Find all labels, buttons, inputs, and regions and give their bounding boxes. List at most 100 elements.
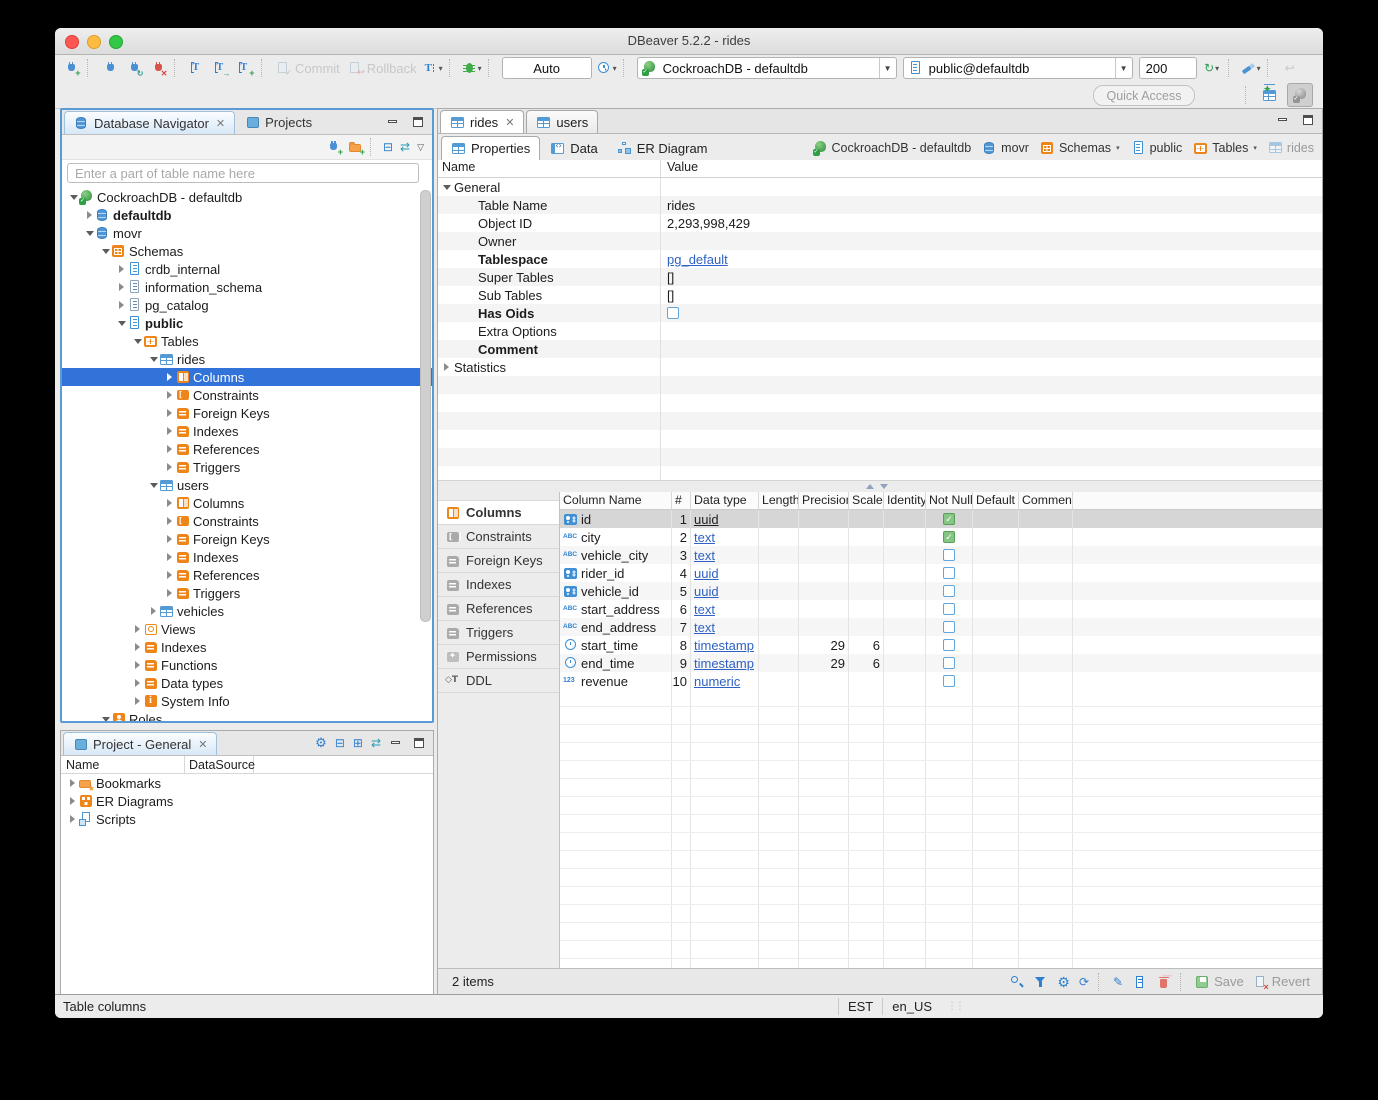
navigator-scrollbar[interactable]: [420, 190, 431, 622]
zoom-window-button[interactable]: [109, 35, 123, 49]
new-connection-button[interactable]: +: [59, 57, 83, 79]
close-tab-icon[interactable]: ✕: [198, 738, 207, 751]
data-type-link[interactable]: uuid: [694, 566, 719, 581]
tab-users[interactable]: users: [526, 110, 598, 133]
property-row-extra-options[interactable]: Extra Options: [438, 322, 1322, 340]
property-value[interactable]: rides: [661, 198, 695, 213]
expand-arrow-icon[interactable]: [132, 620, 143, 638]
link-with-editor-icon[interactable]: ⇄: [371, 736, 381, 750]
splitter-up-icon[interactable]: [866, 484, 874, 489]
table-row-start_address[interactable]: start_address6text: [560, 600, 1322, 618]
object-tab-foreign-keys[interactable]: Foreign Keys: [438, 549, 559, 573]
property-row-comment[interactable]: Comment: [438, 340, 1322, 358]
tab-data[interactable]: Data: [541, 136, 606, 160]
expand-arrow-icon[interactable]: [164, 404, 175, 422]
table-filter-input[interactable]: [67, 163, 419, 183]
tree-item-public[interactable]: public: [62, 314, 432, 332]
breadcrumb-item-rides[interactable]: rides: [1268, 141, 1314, 155]
tablespace-link[interactable]: pg_default: [667, 252, 728, 267]
table-row-end_time[interactable]: end_time9timestamp296: [560, 654, 1322, 672]
expand-arrow-icon[interactable]: [164, 548, 175, 566]
project-item-bookmarks[interactable]: Bookmarks: [61, 774, 433, 792]
rollback-button[interactable]: Rollback: [344, 57, 421, 79]
tree-item-tables[interactable]: Tables: [62, 332, 432, 350]
tree-item-references[interactable]: References: [62, 440, 432, 458]
checkbox-unchecked-icon[interactable]: [943, 585, 955, 597]
collapse-all-icon[interactable]: ⊟: [335, 736, 345, 750]
property-value[interactable]: pg_default: [661, 252, 728, 267]
breadcrumb-item-schemas[interactable]: Schemas▾: [1040, 141, 1120, 155]
column-header-length[interactable]: Length: [759, 492, 799, 509]
minimize-editor-icon[interactable]: [1276, 113, 1291, 127]
tree-item-vehicles[interactable]: vehicles: [62, 602, 432, 620]
tree-item-references[interactable]: References: [62, 566, 432, 584]
tree-item-information-schema[interactable]: information_schema: [62, 278, 432, 296]
table-row-vehicle_id[interactable]: vehicle_id5uuid: [560, 582, 1322, 600]
schema-combo[interactable]: public@defaultdb ▼: [903, 57, 1133, 79]
table-row-id[interactable]: id1uuid✓: [560, 510, 1322, 528]
table-row-revenue[interactable]: revenue10numeric: [560, 672, 1322, 690]
expand-arrow-icon[interactable]: [132, 656, 143, 674]
property-row-super-tables[interactable]: Super Tables[]: [438, 268, 1322, 286]
checkbox-unchecked-icon[interactable]: [943, 603, 955, 615]
expand-arrow-icon[interactable]: [116, 278, 127, 296]
transaction-mode-button[interactable]: ▾: [421, 57, 445, 79]
object-tab-permissions[interactable]: Permissions: [438, 645, 559, 669]
edit-pencil-icon[interactable]: ✎: [1113, 975, 1123, 989]
checkbox-unchecked-icon[interactable]: [943, 639, 955, 651]
tree-item-columns[interactable]: Columns: [62, 368, 432, 386]
expand-arrow-icon[interactable]: [164, 440, 175, 458]
configure-icon[interactable]: ⚙: [315, 736, 327, 750]
tree-item-functions[interactable]: Functions: [62, 656, 432, 674]
property-value[interactable]: []: [661, 288, 674, 303]
dbeaver-perspective-button[interactable]: [1287, 83, 1313, 107]
tree-item-columns[interactable]: Columns: [62, 494, 432, 512]
breadcrumb-item-cockroachdb-defaultdb[interactable]: CockroachDB - defaultdb: [813, 141, 972, 155]
new-sql-script-button[interactable]: +: [233, 57, 257, 79]
object-tab-ddl[interactable]: DDL: [438, 669, 559, 693]
tree-item-constraints[interactable]: Constraints: [62, 386, 432, 404]
refresh-icon[interactable]: ⟳: [1079, 975, 1089, 989]
expand-arrow-icon[interactable]: [164, 422, 175, 440]
minimize-view-icon[interactable]: [389, 736, 404, 750]
expand-arrow-icon[interactable]: [132, 692, 143, 710]
column-header-not-null[interactable]: Not Null: [926, 492, 973, 509]
tree-item-rides[interactable]: rides: [62, 350, 432, 368]
breadcrumb-item-movr[interactable]: movr: [982, 141, 1029, 155]
debug-button[interactable]: ▾: [460, 57, 484, 79]
fetch-size-input[interactable]: 200: [1139, 57, 1197, 79]
expand-arrow-icon[interactable]: [164, 386, 175, 404]
expand-arrow-icon[interactable]: [148, 602, 159, 620]
splitter-down-icon[interactable]: [880, 484, 888, 489]
sql-editor-button[interactable]: [185, 57, 209, 79]
tree-item-crdb-internal[interactable]: crdb_internal: [62, 260, 432, 278]
tree-item-defaultdb[interactable]: defaultdb: [62, 206, 432, 224]
property-row-owner[interactable]: Owner: [438, 232, 1322, 250]
property-row-table-name[interactable]: Table Namerides: [438, 196, 1322, 214]
maximize-view-icon[interactable]: [411, 115, 426, 129]
checkbox-unchecked-icon[interactable]: [667, 307, 679, 319]
tree-item-roles[interactable]: Roles: [62, 710, 432, 721]
tab-database-navigator[interactable]: Database Navigator ✕: [64, 111, 235, 134]
tab-project-general[interactable]: Project - General ✕: [63, 732, 217, 755]
checkbox-unchecked-icon[interactable]: [943, 657, 955, 669]
transaction-log-button[interactable]: ▾: [595, 57, 619, 79]
expand-arrow-icon[interactable]: [116, 260, 127, 278]
checkbox-unchecked-icon[interactable]: [943, 549, 955, 561]
commit-mode-combo[interactable]: Auto: [502, 57, 592, 79]
collapse-arrow-icon[interactable]: [116, 314, 127, 332]
data-type-link[interactable]: timestamp: [694, 638, 754, 653]
expand-arrow-icon[interactable]: [164, 368, 175, 386]
expand-arrow-icon[interactable]: [164, 458, 175, 476]
table-row-rider_id[interactable]: rider_id4uuid: [560, 564, 1322, 582]
tab-properties[interactable]: Properties: [441, 136, 540, 160]
expand-arrow-icon[interactable]: [67, 810, 78, 828]
expand-arrow-icon[interactable]: [164, 512, 175, 530]
object-tab-columns[interactable]: Columns: [438, 500, 559, 525]
checkbox-unchecked-icon[interactable]: [943, 675, 955, 687]
project-item-er-diagrams[interactable]: ER Diagrams: [61, 792, 433, 810]
tree-item-triggers[interactable]: Triggers: [62, 584, 432, 602]
filter-icon[interactable]: [1033, 975, 1048, 989]
tree-item-indexes[interactable]: Indexes: [62, 638, 432, 656]
collapse-arrow-icon[interactable]: [132, 332, 143, 350]
